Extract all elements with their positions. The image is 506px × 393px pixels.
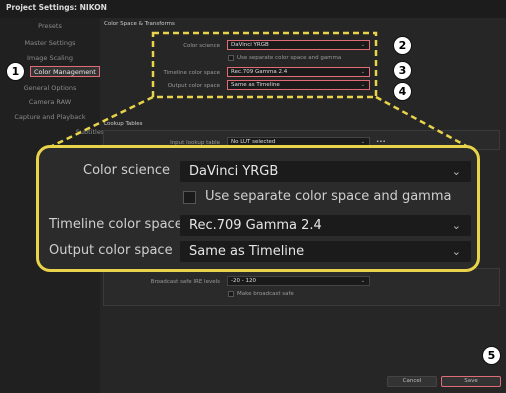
connector-right: [375, 95, 471, 150]
save-button[interactable]: Save: [441, 376, 501, 387]
zoom-timeline-color-space-value: Rec.709 Gamma 2.4: [189, 218, 322, 233]
zoom-separate-gamma-label: Use separate color space and gamma: [205, 189, 452, 204]
zoom-output-color-space-label: Output color space: [49, 243, 173, 258]
chevron-down-icon: ⌄: [451, 165, 461, 178]
zoom-timeline-color-space-label: Timeline color space: [49, 217, 183, 232]
callout-5: 5: [482, 346, 501, 365]
zoom-color-science-value: DaVinci YRGB: [189, 164, 279, 179]
zoom-output-color-space-select[interactable]: Same as Timeline ⌄: [180, 241, 471, 262]
connector-left: [47, 95, 154, 150]
dashed-highlight-box: [151, 31, 378, 99]
chevron-down-icon: ⌄: [451, 219, 461, 232]
zoom-color-science-label: Color science: [83, 163, 170, 178]
zoom-color-science-select[interactable]: DaVinci YRGB ⌄: [180, 161, 471, 182]
chevron-down-icon: ⌄: [451, 245, 461, 258]
zoom-timeline-color-space-select[interactable]: Rec.709 Gamma 2.4 ⌄: [180, 215, 471, 236]
cancel-button[interactable]: Cancel: [387, 376, 437, 387]
zoom-separate-gamma-checkbox[interactable]: [183, 191, 196, 204]
zoom-panel: Color science DaVinci YRGB ⌄ Use separat…: [36, 145, 480, 272]
zoom-output-color-space-value: Same as Timeline: [189, 244, 305, 259]
